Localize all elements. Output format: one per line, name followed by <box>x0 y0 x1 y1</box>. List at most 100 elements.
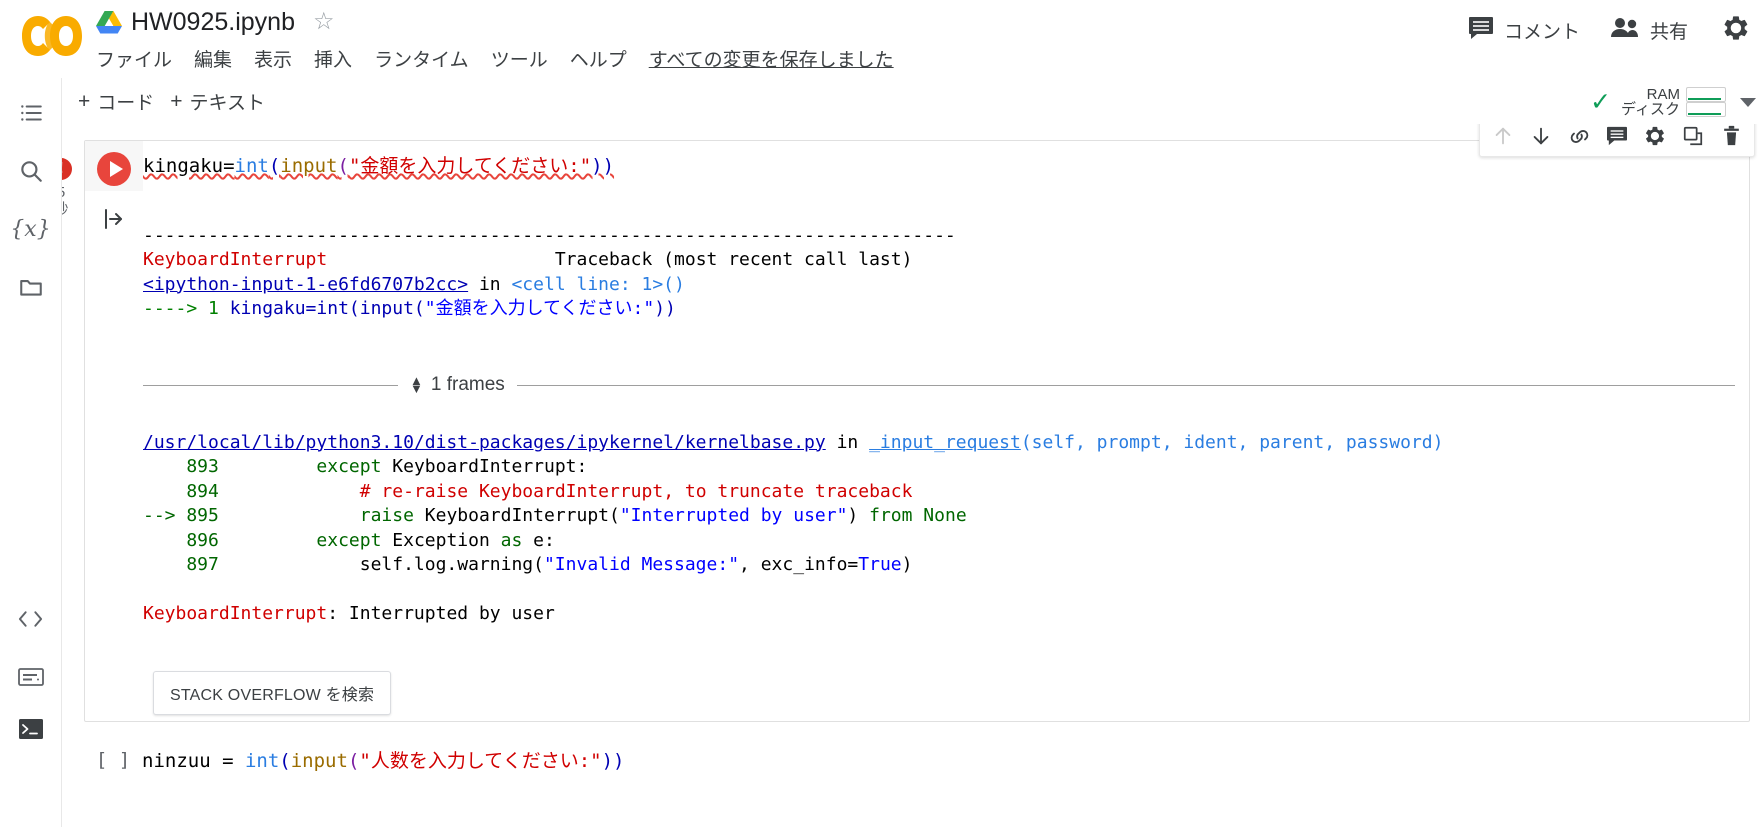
traceback-frame-file-0[interactable]: <ipython-input-1-e6fd6707b2cc> <box>143 274 468 295</box>
code-token-paren2: ( <box>337 155 349 177</box>
drive-icon <box>96 10 122 34</box>
star-icon[interactable]: ☆ <box>313 10 335 34</box>
expand-collapse-icon: ▲ ▼ <box>410 374 423 395</box>
delete-cell-icon[interactable] <box>1712 124 1750 155</box>
code-token-string: "金額を入力してください:" <box>348 155 592 177</box>
final-exception-message: : Interrupted by user <box>327 603 555 624</box>
cell-1-output: ----------------------------------------… <box>143 191 1749 350</box>
comment-icon <box>1468 16 1494 45</box>
traceback-arrow-code-b: )) <box>654 298 676 319</box>
left-sidebar: {x} <box>0 78 62 827</box>
move-cell-down-icon[interactable] <box>1522 124 1560 155</box>
sidebar-item-toc[interactable] <box>0 92 61 134</box>
sidebar-item-terminal[interactable] <box>0 708 61 750</box>
cell-1-output-row: ----------------------------------------… <box>85 191 1749 360</box>
menu-insert[interactable]: 挿入 <box>314 45 352 72</box>
cell-status-gutter: ! 5 秒 <box>62 158 78 219</box>
frames-expander[interactable]: ▲ ▼ 1 frames <box>143 374 1735 396</box>
output-icon-col <box>85 191 143 231</box>
frames-section: ▲ ▼ 1 frames /usr/local/lib/python3.10/d… <box>85 374 1749 721</box>
sidebar-item-command-palette[interactable] <box>0 656 61 698</box>
top-bar: HW0925.ipynb ☆ ファイル 編集 表示 挿入 ランタイム ツール ヘ… <box>0 0 1764 78</box>
traceback-frame-func-0: <cell line: 1>() <box>511 273 685 295</box>
comment-label: コメント <box>1503 21 1580 43</box>
cell-add-toolbar: + コード + テキスト <box>62 78 1764 125</box>
ram-row: RAM <box>1621 87 1726 102</box>
output-arrow-icon <box>105 209 122 229</box>
final-exception-name: KeyboardInterrupt <box>143 603 328 624</box>
traceback-label: Traceback (most recent call last) <box>554 249 913 270</box>
frames-toggle[interactable]: ▲ ▼ 1 frames <box>398 374 517 396</box>
code2-token-paren1: ( <box>279 750 291 772</box>
exec-time-unit: 秒 <box>62 200 78 219</box>
ram-bar <box>1686 87 1726 102</box>
menu-tools[interactable]: ツール <box>491 45 548 72</box>
code2-token-int: int <box>244 750 280 772</box>
document-title-row: HW0925.ipynb ☆ <box>96 3 335 41</box>
colab-logo[interactable] <box>22 8 84 64</box>
error-badge: ! <box>62 158 72 180</box>
mirror-cell-icon[interactable] <box>1674 124 1712 155</box>
plus-icon: + <box>170 89 183 113</box>
frames-rule-left <box>143 384 398 386</box>
comment-button[interactable]: コメント <box>1468 16 1580 45</box>
run-cell-button[interactable] <box>97 152 131 186</box>
chevron-down-icon[interactable] <box>1740 97 1756 107</box>
menu-edit[interactable]: 編集 <box>194 45 232 72</box>
disk-row: ディスク <box>1621 102 1726 117</box>
menu-runtime[interactable]: ランタイム <box>374 45 469 72</box>
move-cell-up-icon[interactable] <box>1484 124 1522 155</box>
notebook-area: ! 5 秒 <box>62 124 1764 827</box>
ram-label: RAM <box>1646 86 1680 103</box>
traceback-frame-args-1: (self, prompt, ident, parent, password) <box>1020 431 1444 453</box>
disk-label: ディスク <box>1621 101 1680 118</box>
disk-bar <box>1686 102 1726 117</box>
cell-1-box: kingaku=int(input( "金額を入力してください:")) -----… <box>84 124 1755 722</box>
sidebar-item-variables[interactable]: {x} <box>0 208 61 250</box>
people-icon <box>1610 17 1640 44</box>
top-right-actions: コメント 共有 <box>1438 8 1750 52</box>
traceback-in-0: in <box>468 273 512 295</box>
code-token-paren1: ( <box>268 155 281 177</box>
frames-count-label: 1 frames <box>430 374 505 395</box>
cell-2-source[interactable]: ninzuu = int(input("人数を入力してください:")) <box>142 740 1750 782</box>
traceback-frame-file-1[interactable]: /usr/local/lib/python3.10/dist-packages/… <box>143 432 826 453</box>
code2-token-string: "人数を入力してください:" <box>359 750 602 772</box>
add-comment-icon[interactable] <box>1598 124 1636 155</box>
traceback-in-1: in <box>825 431 870 453</box>
colab-window: HW0925.ipynb ☆ ファイル 編集 表示 挿入 ランタイム ツール ヘ… <box>0 0 1764 827</box>
code-cell-2[interactable]: [ ] ninzuu = int(input("人数を入力してください:")) <box>84 740 1750 782</box>
code2-token-close: )) <box>601 750 625 772</box>
exception-name: KeyboardInterrupt <box>143 249 328 270</box>
add-text-cell-button[interactable]: + テキスト <box>170 88 265 115</box>
ram-disk-meter[interactable]: RAM ディスク <box>1621 87 1726 117</box>
cell-2-exec-count[interactable]: [ ] <box>84 740 142 771</box>
search-stack-overflow-button[interactable]: STACK OVERFLOW を検索 <box>153 671 392 715</box>
menu-help[interactable]: ヘルプ <box>570 45 627 72</box>
play-icon <box>109 161 123 177</box>
frames-rule-right <box>516 384 1735 386</box>
sidebar-item-files[interactable] <box>0 266 61 308</box>
sidebar-item-search[interactable] <box>0 150 61 192</box>
traceback-frame-func-1: _input_request <box>869 431 1021 453</box>
code-cell-1: ! 5 秒 <box>62 124 1755 722</box>
save-status[interactable]: すべての変更を保存しました <box>649 45 894 72</box>
settings-button[interactable] <box>1722 14 1750 47</box>
runtime-status: ✓ RAM ディスク <box>1590 80 1756 124</box>
code2-token-var: ninzuu = <box>142 750 245 772</box>
document-title[interactable]: HW0925.ipynb <box>131 8 295 37</box>
traceback-arrow-code-a: kingaku=int(input( <box>229 298 425 319</box>
menu-file[interactable]: ファイル <box>96 45 172 72</box>
menu-bar: ファイル 編集 表示 挿入 ランタイム ツール ヘルプ すべての変更を保存しまし… <box>96 44 894 72</box>
link-to-cell-icon[interactable] <box>1560 124 1598 155</box>
share-button[interactable]: 共有 <box>1610 17 1688 44</box>
run-cell-col <box>85 141 143 186</box>
menu-view[interactable]: 表示 <box>254 45 292 72</box>
code-token-input: input <box>280 155 338 177</box>
frame-1-block: /usr/local/lib/python3.10/dist-packages/… <box>143 431 1444 625</box>
add-code-cell-button[interactable]: + コード <box>78 88 154 115</box>
code-token-close: )) <box>591 155 615 177</box>
sidebar-item-code-snippets[interactable] <box>0 598 61 640</box>
plus-icon: + <box>78 89 91 113</box>
cell-settings-icon[interactable] <box>1636 124 1674 155</box>
